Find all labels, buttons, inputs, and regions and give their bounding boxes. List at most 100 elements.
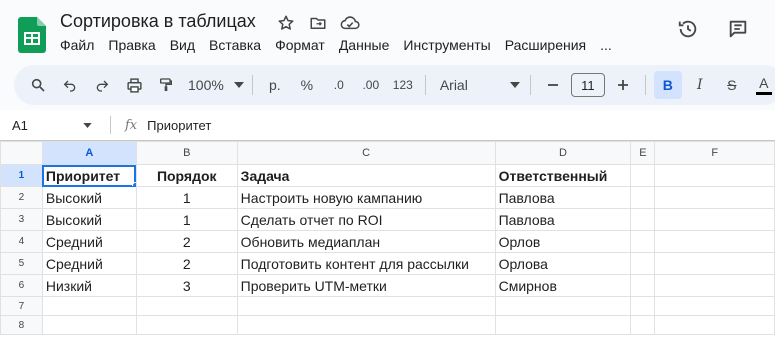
strikethrough-button[interactable]: S <box>718 71 746 99</box>
cell-c4[interactable]: Обновить медиаплан <box>236 230 496 253</box>
sheets-logo-icon[interactable] <box>18 17 46 53</box>
cell-b2[interactable]: 1 <box>135 186 238 209</box>
fill-handle[interactable] <box>131 182 136 186</box>
cell-f5[interactable] <box>654 252 775 275</box>
cell-e6[interactable] <box>630 274 656 297</box>
row-header[interactable]: 4 <box>0 230 43 253</box>
menu-view[interactable]: Вид <box>170 37 195 53</box>
menu-more[interactable]: ... <box>600 37 612 53</box>
cell-c2[interactable]: Настроить новую кампанию <box>236 186 496 209</box>
formula-input[interactable]: Приоритет <box>147 118 211 133</box>
menu-format[interactable]: Формат <box>275 37 325 53</box>
cell-b7[interactable] <box>135 296 238 316</box>
cell-c6[interactable]: Проверить UTM-метки <box>236 274 496 297</box>
decrease-decimals-button[interactable]: .0 <box>325 71 353 99</box>
menu-data[interactable]: Данные <box>339 37 390 53</box>
cell-b8[interactable] <box>135 315 238 335</box>
cell-d6[interactable]: Смирнов <box>494 274 632 297</box>
cell-f1[interactable] <box>654 164 775 187</box>
redo-icon[interactable] <box>88 71 116 99</box>
bold-button[interactable]: B <box>653 71 682 99</box>
menu-insert[interactable]: Вставка <box>209 37 261 53</box>
cell-f8[interactable] <box>654 315 775 335</box>
column-header-d[interactable]: D <box>494 141 632 165</box>
cell-d7[interactable] <box>494 296 632 316</box>
row-header[interactable]: 2 <box>0 186 43 209</box>
cell-a7[interactable] <box>41 296 137 316</box>
percent-format-button[interactable]: % <box>293 71 321 99</box>
menu-extensions[interactable]: Расширения <box>505 37 586 53</box>
cell-d2[interactable]: Павлова <box>494 186 632 209</box>
font-family-select[interactable]: Arial <box>434 77 526 93</box>
italic-button[interactable]: I <box>686 71 714 99</box>
row-header[interactable]: 1 <box>0 164 43 187</box>
cell-b1[interactable]: Порядок <box>135 164 238 187</box>
cell-c7[interactable] <box>236 296 496 316</box>
print-icon[interactable] <box>120 71 148 99</box>
cell-f4[interactable] <box>654 230 775 253</box>
cell-e1[interactable] <box>630 164 656 187</box>
row-header[interactable]: 3 <box>0 208 43 231</box>
cell-e7[interactable] <box>630 296 656 316</box>
cell-a1[interactable]: Приоритет <box>41 164 137 187</box>
row-header[interactable]: 8 <box>0 315 43 335</box>
cell-f6[interactable] <box>654 274 775 297</box>
column-header-c[interactable]: C <box>236 141 496 165</box>
cloud-status-icon[interactable] <box>339 12 361 34</box>
currency-format-button[interactable]: р. <box>261 71 289 99</box>
cell-d4[interactable]: Орлов <box>494 230 632 253</box>
text-color-button[interactable]: A <box>750 71 775 99</box>
column-header-f[interactable]: F <box>654 141 775 165</box>
name-box[interactable]: A1 <box>0 118 100 133</box>
search-menus-icon[interactable] <box>24 71 52 99</box>
menu-tools[interactable]: Инструменты <box>403 37 490 53</box>
cell-a2[interactable]: Высокий <box>41 186 137 209</box>
number-format-button[interactable]: 123 <box>389 71 417 99</box>
font-size-input[interactable]: 11 <box>570 73 605 97</box>
cell-c5[interactable]: Подготовить контент для рассылки <box>236 252 496 275</box>
version-history-icon[interactable] <box>674 15 702 43</box>
star-icon[interactable] <box>275 12 297 34</box>
cell-d8[interactable] <box>494 315 632 335</box>
row-header[interactable]: 5 <box>0 252 43 275</box>
increase-font-size-icon[interactable] <box>609 71 637 99</box>
cell-e8[interactable] <box>630 315 656 335</box>
cell-a5[interactable]: Средний <box>41 252 137 275</box>
zoom-select[interactable]: 100% <box>184 77 248 93</box>
cell-a3[interactable]: Высокий <box>41 208 137 231</box>
cell-e4[interactable] <box>630 230 656 253</box>
row-header[interactable]: 6 <box>0 274 43 297</box>
cell-c1[interactable]: Задача <box>236 164 496 187</box>
select-all-corner[interactable] <box>0 141 43 165</box>
cell-a8[interactable] <box>41 315 137 335</box>
cell-f7[interactable] <box>654 296 775 316</box>
cell-b3[interactable]: 1 <box>135 208 238 231</box>
cell-b6[interactable]: 3 <box>135 274 238 297</box>
menu-file[interactable]: Файл <box>60 37 94 53</box>
cell-d1[interactable]: Ответственный <box>494 164 632 187</box>
cell-e5[interactable] <box>630 252 656 275</box>
cell-f2[interactable] <box>654 186 775 209</box>
cell-b5[interactable]: 2 <box>135 252 238 275</box>
undo-icon[interactable] <box>56 71 84 99</box>
menu-edit[interactable]: Правка <box>108 37 155 53</box>
cell-c8[interactable] <box>236 315 496 335</box>
cell-e3[interactable] <box>630 208 656 231</box>
cell-f3[interactable] <box>654 208 775 231</box>
increase-decimals-button[interactable]: .00 <box>357 71 385 99</box>
cell-e2[interactable] <box>630 186 656 209</box>
column-header-a[interactable]: A <box>41 141 137 165</box>
move-folder-icon[interactable] <box>307 12 329 34</box>
cell-a6[interactable]: Низкий <box>41 274 137 297</box>
decrease-font-size-icon[interactable] <box>539 71 567 99</box>
column-header-e[interactable]: E <box>630 141 656 165</box>
column-header-b[interactable]: B <box>135 141 238 165</box>
cell-b4[interactable]: 2 <box>135 230 238 253</box>
cell-c3[interactable]: Сделать отчет по ROI <box>236 208 496 231</box>
row-header[interactable]: 7 <box>0 296 43 316</box>
paint-format-icon[interactable] <box>152 71 180 99</box>
cell-d5[interactable]: Орлова <box>494 252 632 275</box>
document-title[interactable]: Сортировка в таблицах <box>60 11 256 32</box>
cell-a4[interactable]: Средний <box>41 230 137 253</box>
comments-icon[interactable] <box>724 15 752 43</box>
